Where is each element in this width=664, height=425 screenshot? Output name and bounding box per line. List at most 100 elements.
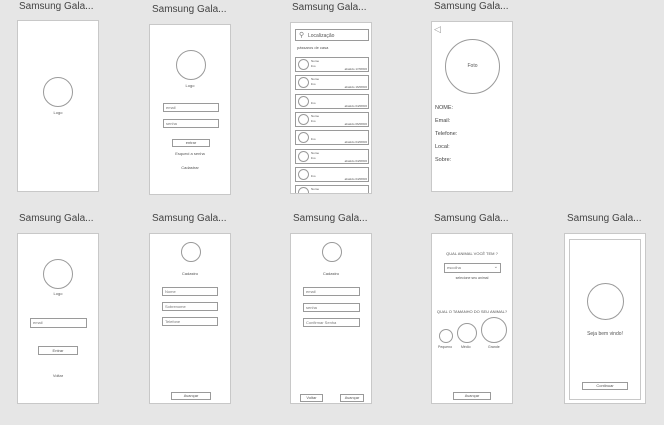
item-name: Nome: [311, 113, 320, 118]
photo-label: Foto: [467, 63, 478, 69]
list-item[interactable]: lixo abatido 04/08/06: [295, 93, 369, 109]
item-date: abatido 04/08/06: [344, 176, 367, 181]
screen-profile[interactable]: ◁ Foto NOME: Email: Telefone: Local: Sobre:: [431, 21, 513, 192]
size-small-option[interactable]: [439, 329, 453, 343]
logo-circle: [43, 77, 73, 107]
size-medium-label: Médio: [461, 345, 471, 349]
item-date: abatido 04/08/06: [344, 103, 367, 108]
item-subtitle: lixo: [311, 137, 316, 142]
avatar-circle: [322, 242, 342, 262]
size-small-label: Pequeno: [438, 345, 453, 349]
screen-title: Samsung Gala...: [567, 213, 642, 224]
profile-field-label: Telefone:: [435, 131, 458, 137]
next-button[interactable]: Avançar: [171, 392, 211, 400]
screen-list[interactable]: ⚲ Localização pássaros de casa Nome lixo a…: [290, 22, 372, 194]
screen-title: Samsung Gala...: [152, 213, 227, 224]
back-arrow-icon[interactable]: ◁: [434, 24, 441, 35]
screen-welcome[interactable]: Seja bem vindo! Continuar: [564, 233, 646, 404]
welcome-text: Seja bem vindo!: [587, 331, 623, 337]
animal-question: QUAL ANIMAL VOCÊ TEM ?: [446, 251, 498, 256]
select-hint: selecione seu animal: [455, 276, 489, 280]
screen-title: Samsung Gala...: [434, 213, 509, 224]
list-item[interactable]: Nome lixo abatido 16/08/06: [295, 75, 369, 91]
screen-login[interactable]: Logo email senha entrar Esqueci a senha …: [149, 24, 231, 195]
photo-circle[interactable]: Foto: [445, 39, 500, 94]
bird-avatar: [298, 77, 309, 89]
bird-avatar: [298, 113, 309, 125]
continue-button[interactable]: Continuar: [582, 382, 628, 390]
size-large-label: Grande: [488, 345, 500, 349]
screen-splash[interactable]: Logo: [17, 20, 99, 192]
logo-circle: [176, 50, 206, 80]
next-button[interactable]: Avançar: [340, 394, 364, 402]
item-subtitle: lixo: [311, 64, 316, 68]
item-subtitle: lixo: [311, 192, 316, 193]
screen-recover[interactable]: Logo email Entrar Voltar: [17, 233, 99, 404]
logo-circle: [43, 259, 73, 289]
register-caption: Cadastro: [181, 271, 199, 276]
animal-select-value: escolha: [447, 265, 461, 270]
size-medium-option[interactable]: [457, 323, 477, 343]
item-date: abatido 06/08/06: [344, 121, 367, 126]
enter-button[interactable]: entrar: [172, 139, 210, 147]
item-subtitle: lixo: [311, 173, 316, 178]
password-field[interactable]: senha: [303, 303, 360, 312]
profile-field-label: Local:: [435, 144, 450, 150]
screen-register-personal[interactable]: Cadastro Nome Sobrenome Telefone Avançar: [149, 233, 231, 404]
logo-label: Logo: [185, 83, 195, 88]
email-field[interactable]: email: [30, 318, 87, 328]
bird-avatar: [298, 187, 309, 193]
profile-field-label: NOME:: [435, 105, 454, 111]
list-item[interactable]: Nomelixo: [295, 185, 369, 193]
size-large-option[interactable]: [481, 317, 507, 343]
section-label: pássaros de casa: [297, 45, 329, 50]
bird-avatar: [298, 95, 309, 107]
item-subtitle: lixo: [311, 118, 316, 123]
location-label: Localização: [308, 33, 335, 39]
list-item[interactable]: lixo abatido 04/08/06: [295, 130, 369, 146]
email-field[interactable]: email: [303, 287, 360, 296]
avatar-circle: [181, 242, 201, 262]
bird-avatar: [298, 168, 309, 180]
back-link[interactable]: Voltar: [18, 373, 98, 378]
register-link[interactable]: Cadastrar: [150, 165, 230, 170]
next-button[interactable]: Avançar: [453, 392, 491, 400]
list-item[interactable]: Nome lixo abatido 04/08/06: [295, 148, 369, 164]
item-name: Nome: [311, 77, 320, 82]
confirm-password-field[interactable]: Confirmar Senha: [303, 318, 360, 327]
location-bar[interactable]: ⚲ Localização: [295, 29, 369, 41]
phone-field[interactable]: Telefone: [162, 317, 218, 326]
enter-button[interactable]: Entrar: [38, 346, 78, 355]
item-date: abatido 04/08/06: [344, 158, 367, 163]
forgot-password-link[interactable]: Esqueci a senha: [150, 151, 230, 156]
location-pin-icon: ⚲: [299, 32, 305, 39]
chevron-down-icon: ⌄: [493, 264, 498, 270]
screen-title: Samsung Gala...: [434, 1, 509, 12]
item-date: abatido 04/08/06: [344, 140, 367, 145]
screen-title: Samsung Gala...: [292, 2, 367, 13]
screen-animal[interactable]: QUAL ANIMAL VOCÊ TEM ? escolha ⌄ selecio…: [431, 233, 513, 404]
animal-select[interactable]: escolha ⌄: [444, 263, 501, 273]
size-question: QUAL O TAMANHO DO SEU ANIMAL?: [436, 309, 508, 314]
last-name-field[interactable]: Sobrenome: [162, 302, 218, 311]
list-item[interactable]: Nome lixo abatido 06/08/06: [295, 111, 369, 127]
screen-register-account[interactable]: Cadastro email senha Confirmar Senha Vol…: [290, 233, 372, 404]
screen-title: Samsung Gala...: [152, 4, 227, 15]
item-date: abatido 17/08/06: [344, 67, 367, 71]
logo-label: Logo: [53, 110, 63, 115]
screen-title: Samsung Gala...: [19, 213, 94, 224]
screen-title: Samsung Gala...: [19, 1, 94, 12]
item-subtitle: lixo: [311, 100, 316, 105]
item-date: abatido 16/08/06: [344, 85, 367, 90]
list-item[interactable]: lixo abatido 04/08/06: [295, 166, 369, 182]
welcome-circle: [587, 283, 624, 320]
email-field[interactable]: email: [163, 103, 219, 112]
screen-title: Samsung Gala...: [293, 213, 368, 224]
item-name: Nome: [311, 187, 320, 192]
list-item[interactable]: Nome lixo abatido 17/08/06: [295, 57, 369, 72]
bird-avatar: [298, 150, 309, 162]
back-button[interactable]: Voltar: [300, 394, 323, 402]
bird-avatar: [298, 59, 309, 70]
password-field[interactable]: senha: [163, 119, 219, 128]
first-name-field[interactable]: Nome: [162, 287, 218, 296]
